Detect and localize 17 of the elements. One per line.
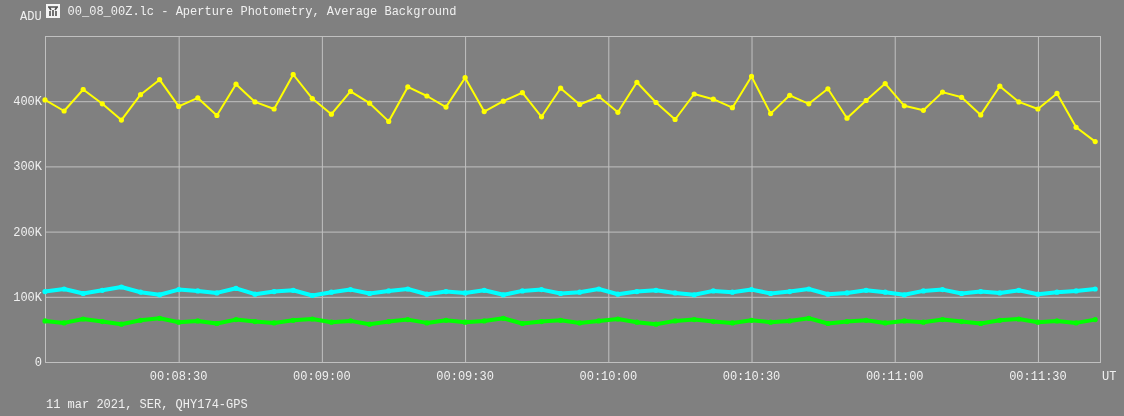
window-icon xyxy=(45,4,60,18)
x-tick-label: 00:10:00 xyxy=(579,370,638,384)
x-tick-label: 00:09:00 xyxy=(293,370,351,384)
status-text: 11 mar 2021, SER, QHY174-GPS xyxy=(46,398,248,412)
y-axis-label: ADU xyxy=(20,11,42,23)
x-axis-label: UT xyxy=(1102,370,1117,384)
y-tick-label: 0 xyxy=(34,356,42,370)
window-title: 00_08_00Z.lc - Aperture Photometry, Average Background xyxy=(67,5,457,19)
y-tick-label: 200K xyxy=(13,225,42,240)
x-tick-label: 00:10:30 xyxy=(722,370,781,384)
y-tick-label: 400K xyxy=(13,95,42,110)
x-tick-label: 00:11:30 xyxy=(1009,370,1067,384)
x-tick-label: 00:08:30 xyxy=(149,370,208,384)
y-tick-label: 100K xyxy=(13,290,42,305)
y-tick-label: 300K xyxy=(13,160,42,175)
x-tick-label: 00:11:00 xyxy=(865,370,924,384)
x-tick-label: 00:09:30 xyxy=(436,370,494,384)
